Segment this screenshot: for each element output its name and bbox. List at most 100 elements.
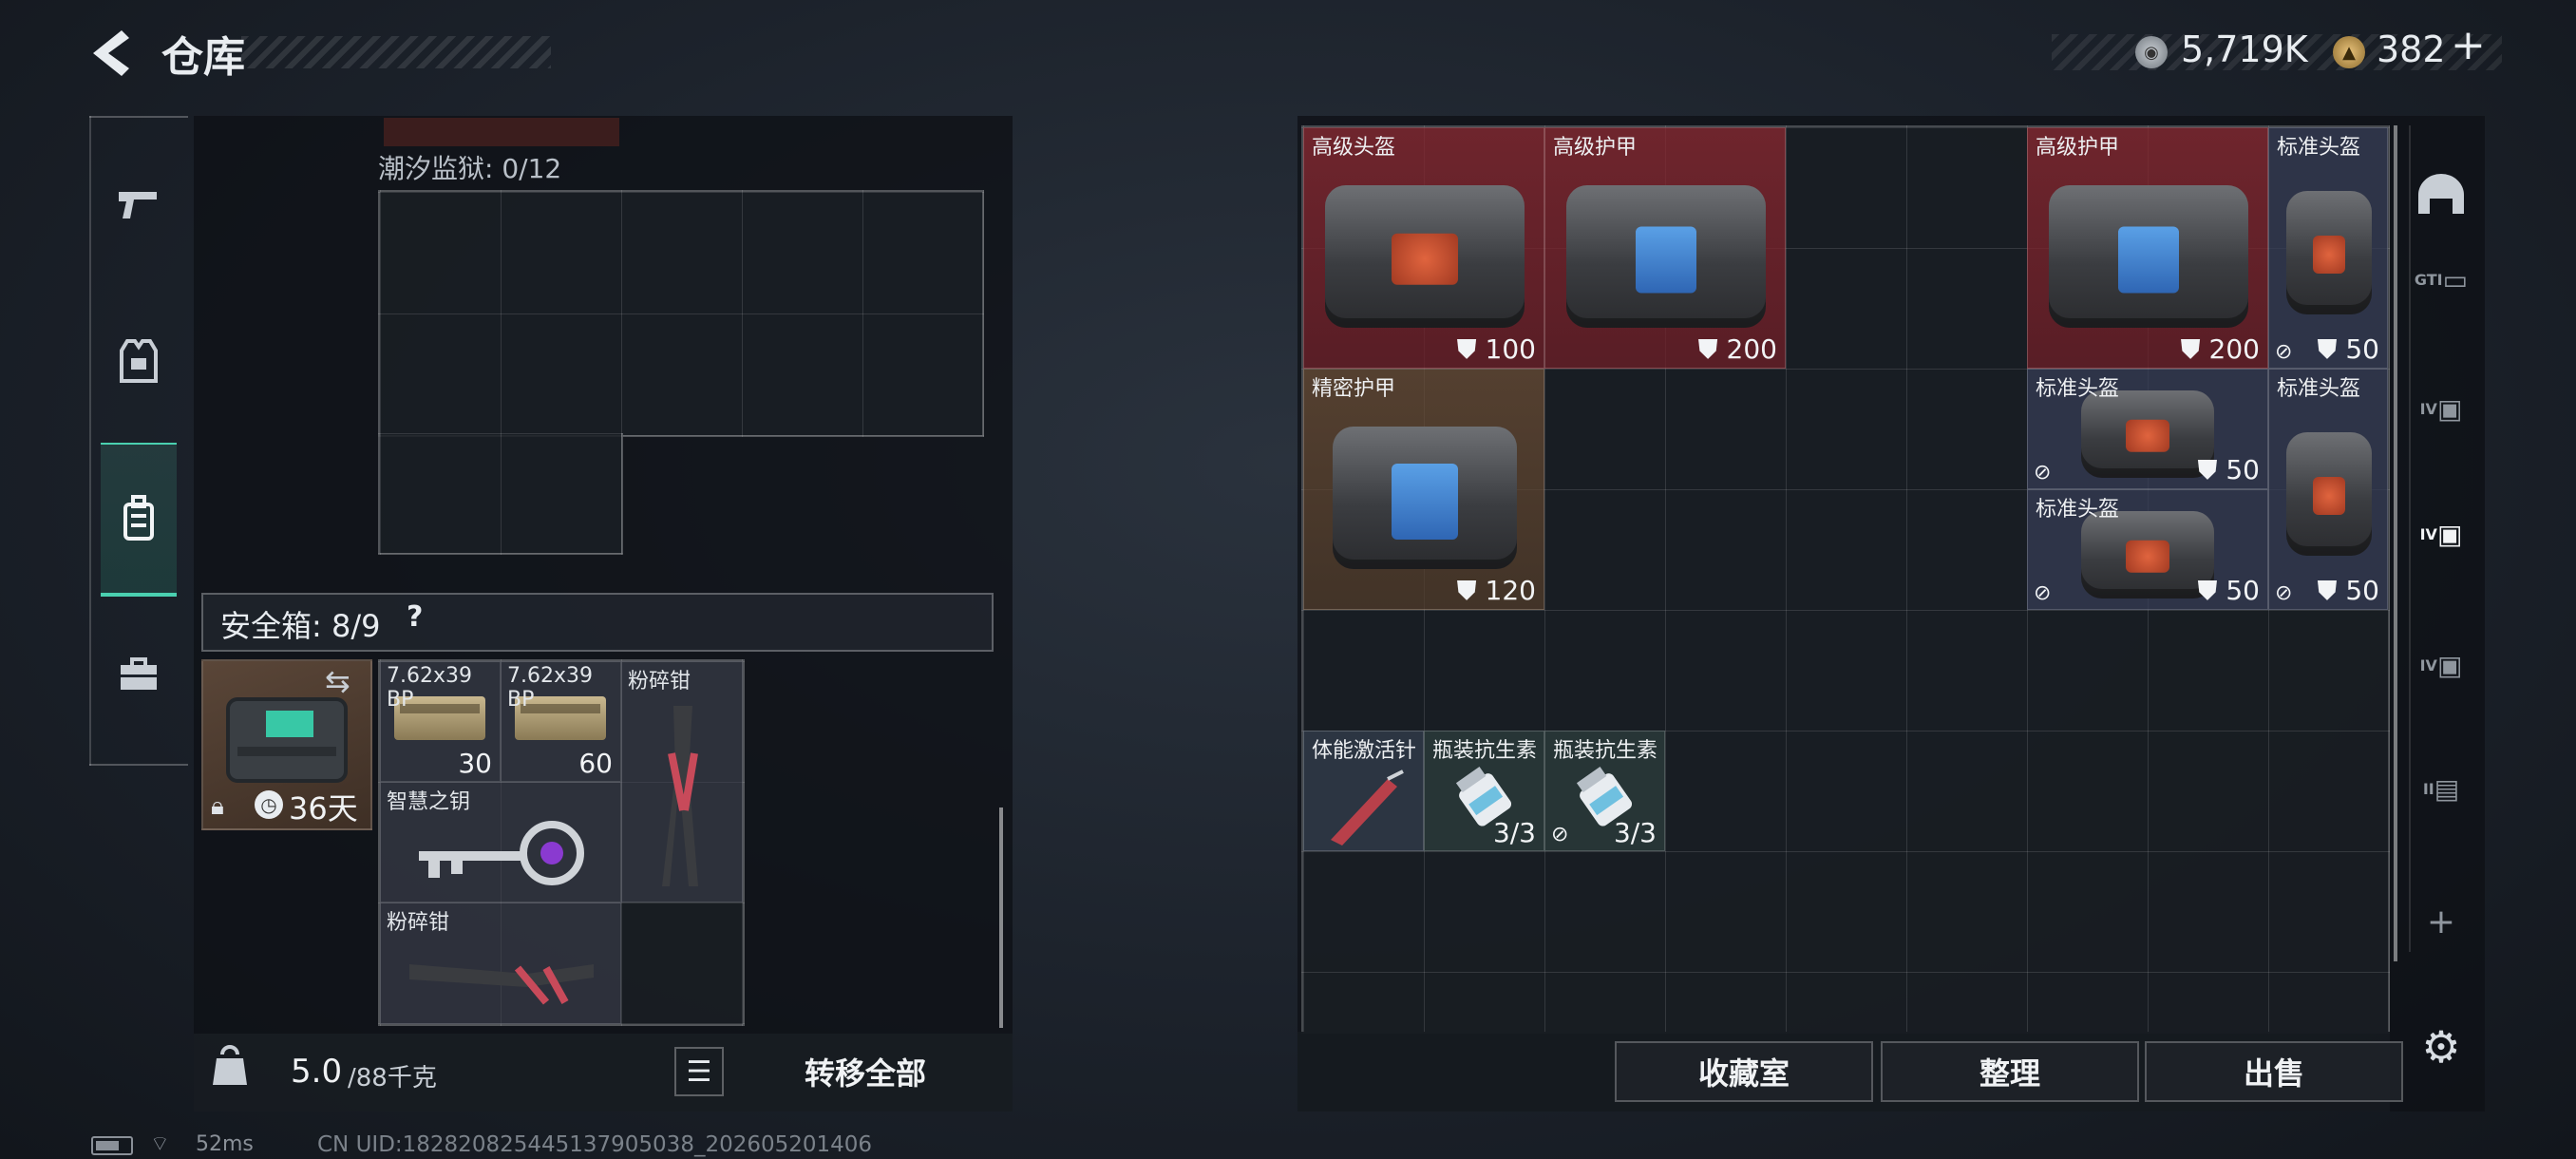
shield-icon: ⛊ [2317, 575, 2346, 606]
iv-medkit-icon[interactable]: IV ▣ [2413, 636, 2470, 694]
nav-weapon-tab[interactable] [101, 165, 177, 241]
armor-value: ⛊ 200 [2180, 333, 2260, 365]
page-title: 仓库 [161, 33, 245, 82]
shield-icon: ⛊ [2180, 333, 2209, 365]
inventory-item[interactable]: 标准头盔 ⊘ ⛊ 50 [2268, 127, 2388, 369]
stimulant-injector-icon [1331, 770, 1404, 846]
gear-icon[interactable]: ⚙ [2413, 1018, 2470, 1075]
plus-icon[interactable]: + [2413, 893, 2470, 950]
item-label: 瓶装抗生素 [1432, 739, 1538, 763]
item-count: 60 [578, 748, 613, 779]
helmet-bag-icon [2286, 432, 2372, 556]
armor-bag-icon [1333, 427, 1517, 569]
item-label: 高级护甲 [1553, 136, 1638, 160]
helmet-bag-icon [2286, 191, 2372, 314]
inventory-item[interactable]: 瓶装抗生素 ⊘ 3/3 [1544, 731, 1665, 851]
no-durability-icon: ⊘ [2034, 461, 2052, 484]
item-label: 高级头盔 [1312, 136, 1396, 160]
gti-card-icon[interactable]: GTI ▭ [2413, 251, 2470, 308]
wisdom-key-icon [419, 821, 584, 885]
weight-value: 5.0 [291, 1053, 343, 1091]
ii-container-icon[interactable]: II ▤ [2413, 760, 2470, 817]
container-strip [384, 118, 619, 146]
add-currency-button[interactable]: + [2451, 21, 2486, 69]
gun-icon [119, 192, 157, 218]
inventory-item[interactable]: 粉碎钳 [621, 661, 743, 902]
helmet-icon[interactable] [2413, 165, 2470, 222]
swap-icon[interactable]: ⇆ [325, 663, 350, 699]
sell-button[interactable]: 出售 [2145, 1041, 2403, 1102]
weight-icon [211, 1045, 256, 1091]
item-label: 精密护甲 [1312, 377, 1396, 401]
inventory-item[interactable]: 7.62x39 BP 60 [501, 661, 621, 782]
inventory-item[interactable]: 标准头盔 ⊘ ⛊ 50 [2027, 369, 2268, 489]
sort-button[interactable]: 整理 [1881, 1041, 2139, 1102]
shield-icon: ⛊ [1697, 333, 1727, 365]
nav-briefcase-tab[interactable] [101, 636, 177, 712]
inventory-item[interactable]: 7.62x39 BP 30 [380, 661, 501, 782]
back-button[interactable] [87, 27, 135, 80]
item-label: 标准头盔 [2277, 136, 2361, 160]
armor-value: ⛊ 120 [1456, 575, 1536, 606]
battery-icon [91, 1136, 133, 1155]
item-label: 标准头盔 [2277, 377, 2361, 401]
inventory-item[interactable]: 智慧之钥 [380, 782, 621, 902]
nav-vest-tab[interactable] [101, 323, 177, 399]
armor-value: ⛊ 50 [2317, 575, 2379, 606]
inventory-item[interactable]: 标准头盔 ⊘ ⛊ 50 [2027, 489, 2268, 610]
inventory-item[interactable]: 体能激活针 [1303, 731, 1424, 851]
wifi-icon: ⌔ [150, 1132, 170, 1156]
silver-currency-value: 5,719K [2181, 28, 2308, 70]
no-durability-icon: ⊘ [2275, 340, 2293, 364]
nav-backpack-tab[interactable] [101, 443, 177, 597]
no-durability-icon: ⊘ [2034, 581, 2052, 605]
iv-medkit-add-icon[interactable]: IV ▣ [2413, 505, 2470, 562]
safe-box-label: 安全箱: 8/9 [220, 608, 381, 644]
tidal-prison-grid[interactable] [378, 190, 984, 437]
warehouse-scrollbar[interactable] [2394, 125, 2397, 961]
helmet-bag-icon [2081, 511, 2214, 598]
lock-icon: 🔒︎ [211, 792, 224, 821]
shield-icon: ⛊ [1456, 575, 1486, 606]
tidal-prison-label: 潮汐监狱: 0/12 [378, 153, 562, 184]
shield-icon: ⛊ [2197, 454, 2226, 485]
item-label: 标准头盔 [2036, 498, 2120, 522]
inventory-item[interactable]: 瓶装抗生素 3/3 [1424, 731, 1544, 851]
item-label: 粉碎钳 [387, 911, 450, 935]
item-label: 7.62x39 BP [387, 664, 472, 712]
item-label: 体能激活针 [1312, 739, 1417, 763]
no-durability-icon: ⊘ [1551, 823, 1569, 846]
armor-bag-icon [2049, 185, 2248, 328]
vest-icon [120, 339, 158, 383]
armor-value: ⛊ 50 [2197, 575, 2260, 606]
no-durability-icon: ⊘ [2275, 581, 2293, 605]
iv-medkit-icon[interactable]: IV ▣ [2413, 380, 2470, 437]
gold-coin-icon: ▲ [2333, 36, 2365, 68]
inventory-item[interactable]: 高级头盔 ⛊ 100 [1303, 127, 1544, 369]
gold-currency-value: 382 [2377, 28, 2446, 70]
item-label: 瓶装抗生素 [1553, 739, 1658, 763]
inventory-item[interactable]: 粉碎钳 [380, 902, 621, 1024]
transfer-all-button[interactable]: 转移全部 [729, 1043, 1001, 1100]
warehouse-grid: 高级头盔 ⛊ 100 高级护甲 ⛊ 200 高级护甲 ⛊ 200 标准头盔 ⊘ … [1301, 125, 2390, 1034]
collection-room-button[interactable]: 收藏室 [1615, 1041, 1873, 1102]
item-count: 3/3 [1613, 817, 1657, 848]
inventory-item[interactable]: 精密护甲 ⛊ 120 [1303, 369, 1544, 610]
inventory-item[interactable]: 标准头盔 ⊘ ⛊ 50 [2268, 369, 2388, 610]
list-icon: ☰ [686, 1054, 712, 1089]
armor-value: ⛊ 100 [1456, 333, 1536, 365]
backpack-icon [123, 495, 154, 541]
backpack-scrollbar[interactable] [999, 808, 1003, 1028]
inventory-item[interactable]: 高级护甲 ⛊ 200 [1544, 127, 1786, 369]
item-label: 粉碎钳 [628, 670, 691, 694]
helmet-bag-icon [1325, 185, 1525, 328]
back-arrow-icon [93, 30, 129, 76]
item-label: 标准头盔 [2036, 377, 2120, 401]
inventory-item[interactable]: 高级护甲 ⛊ 200 [2027, 127, 2268, 369]
list-view-button[interactable]: ☰ [674, 1047, 724, 1096]
armor-value: ⛊ 200 [1697, 333, 1777, 365]
shield-icon: ⛊ [2197, 575, 2226, 606]
tidal-prison-grid-extension[interactable] [378, 433, 623, 555]
safe-box-help-button[interactable]: ? [407, 600, 423, 634]
armor-value: ⛊ 50 [2197, 454, 2260, 485]
